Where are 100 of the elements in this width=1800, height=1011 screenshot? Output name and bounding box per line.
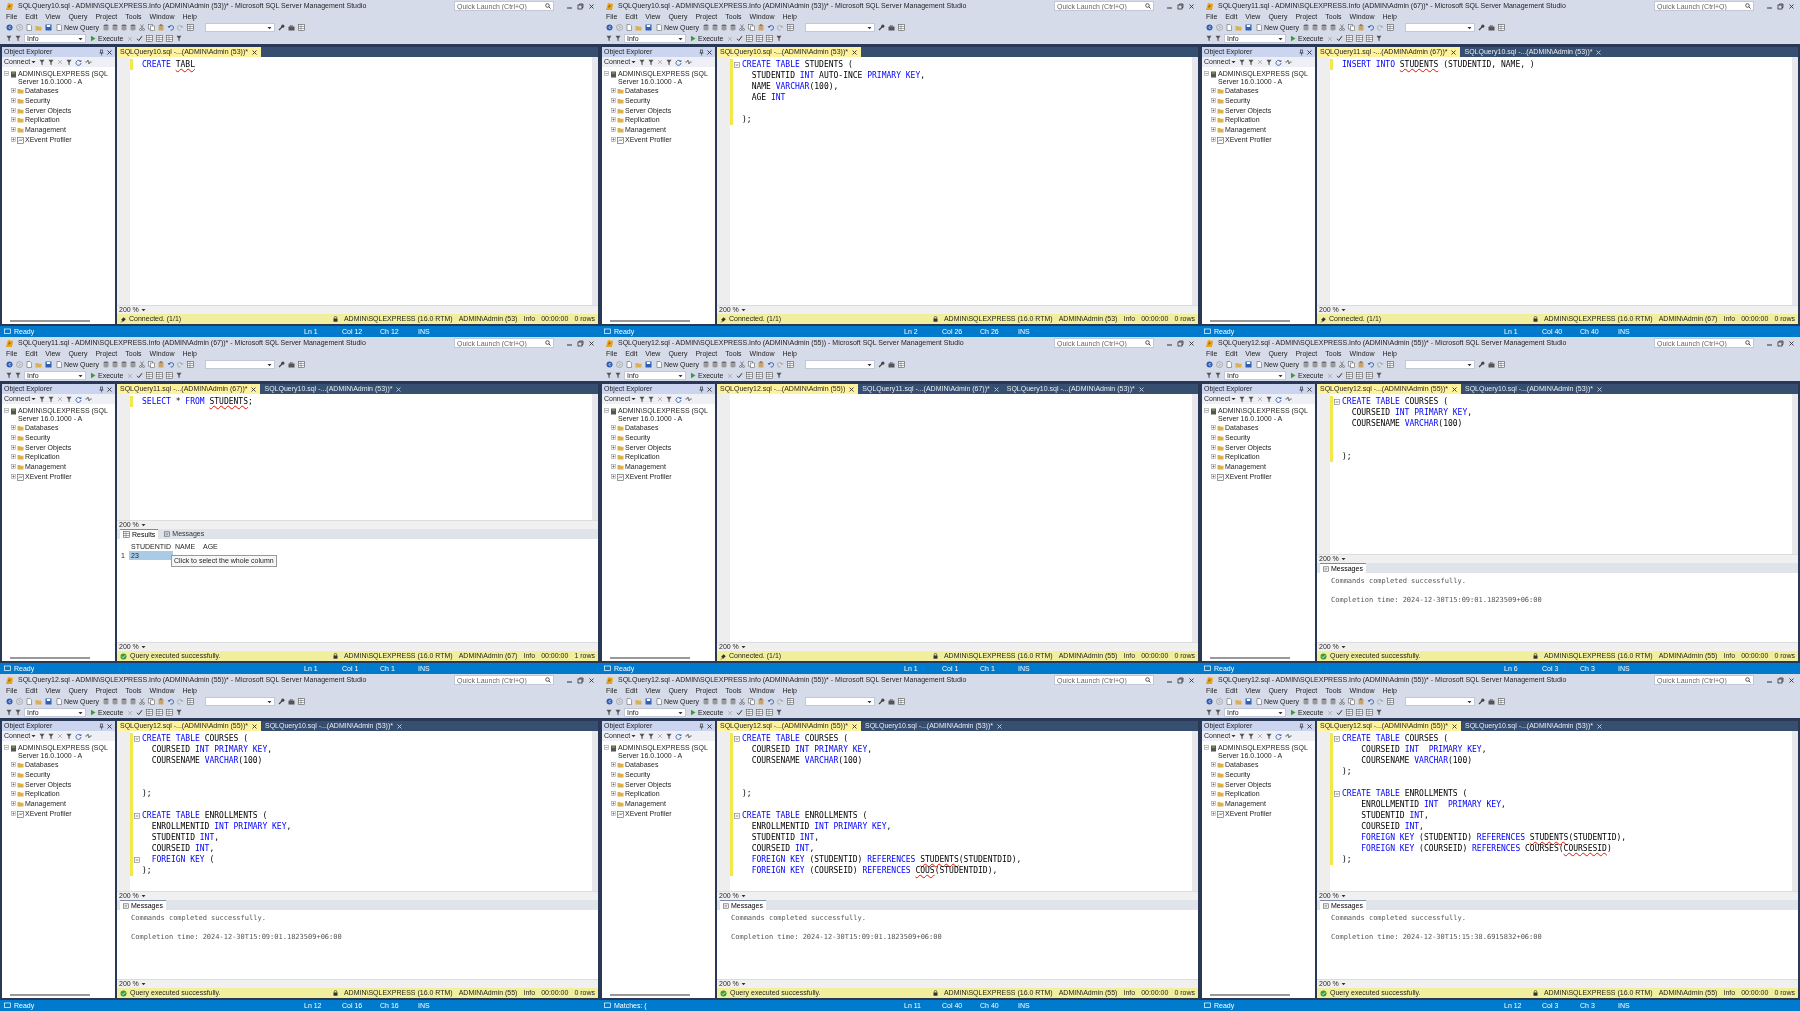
grid-icon[interactable] xyxy=(1356,709,1364,716)
close-icon[interactable] xyxy=(848,385,856,393)
refresh-icon[interactable] xyxy=(1275,732,1283,740)
close-icon[interactable] xyxy=(588,2,595,10)
expand-icon[interactable] xyxy=(611,117,616,123)
undo-icon[interactable] xyxy=(767,361,774,368)
expand-icon[interactable] xyxy=(11,454,16,460)
scrollbar[interactable] xyxy=(610,656,690,659)
check-icon[interactable] xyxy=(736,35,744,42)
copy-icon[interactable] xyxy=(148,24,155,31)
expand-icon[interactable] xyxy=(611,127,616,133)
filter-icon[interactable] xyxy=(66,395,73,403)
scrollbar[interactable] xyxy=(610,319,690,322)
new-file-icon[interactable] xyxy=(26,698,32,705)
back-icon[interactable] xyxy=(6,698,13,705)
collapse-icon[interactable] xyxy=(134,812,140,819)
restore-icon[interactable] xyxy=(1777,2,1784,10)
database-icon[interactable] xyxy=(1321,361,1327,368)
toolbox-icon[interactable] xyxy=(888,361,895,368)
grid-icon[interactable] xyxy=(766,35,774,42)
database-icon[interactable] xyxy=(1330,361,1336,368)
expand-icon[interactable] xyxy=(1211,791,1216,797)
activity-icon[interactable] xyxy=(685,733,693,739)
close-icon[interactable] xyxy=(1450,48,1458,56)
grid-icon[interactable] xyxy=(1387,361,1394,368)
collapse-icon[interactable] xyxy=(604,408,609,413)
pin-icon[interactable] xyxy=(99,385,104,393)
close-icon[interactable] xyxy=(851,722,858,730)
grid-icon[interactable] xyxy=(1346,372,1354,379)
back-icon[interactable] xyxy=(1206,361,1213,368)
undo-icon[interactable] xyxy=(1367,361,1374,368)
database-icon[interactable] xyxy=(130,361,136,368)
expand-icon[interactable] xyxy=(1211,117,1216,123)
back-icon[interactable] xyxy=(1206,698,1213,705)
close-icon[interactable] xyxy=(106,722,113,730)
close-icon[interactable] xyxy=(588,676,595,684)
database-icon[interactable] xyxy=(130,24,136,31)
close-icon[interactable] xyxy=(251,48,258,56)
filter-icon[interactable] xyxy=(1376,35,1383,42)
refresh-icon[interactable] xyxy=(75,58,83,66)
clipboard-icon[interactable] xyxy=(158,698,164,705)
expand-icon[interactable] xyxy=(11,464,16,470)
undo-icon[interactable] xyxy=(767,698,774,705)
activity-icon[interactable] xyxy=(1285,59,1293,65)
grid-icon[interactable] xyxy=(1366,709,1374,716)
close-icon[interactable] xyxy=(1188,676,1195,684)
search-icon[interactable] xyxy=(545,3,551,9)
database-icon[interactable] xyxy=(703,698,709,705)
filter-icon[interactable] xyxy=(1376,709,1383,716)
expand-icon[interactable] xyxy=(611,801,616,807)
toolbox-icon[interactable] xyxy=(1488,361,1495,368)
save-icon[interactable] xyxy=(1245,698,1252,705)
close-icon[interactable] xyxy=(1788,339,1795,347)
close-icon[interactable] xyxy=(706,48,713,56)
grid-icon[interactable] xyxy=(787,698,794,705)
search-icon[interactable] xyxy=(545,340,551,346)
grid-icon[interactable] xyxy=(787,24,794,31)
grid-icon[interactable] xyxy=(298,698,305,705)
wrench-icon[interactable] xyxy=(278,24,285,31)
database-icon[interactable] xyxy=(721,361,727,368)
grid-icon[interactable] xyxy=(756,35,764,42)
close-icon[interactable] xyxy=(1451,722,1458,730)
copy-icon[interactable] xyxy=(1348,698,1355,705)
pin-icon[interactable] xyxy=(99,722,104,730)
filter-icon[interactable] xyxy=(1266,395,1273,403)
close-icon[interactable] xyxy=(1451,385,1458,393)
grid-icon[interactable] xyxy=(746,35,754,42)
expand-icon[interactable] xyxy=(1211,772,1216,778)
grid-icon[interactable] xyxy=(756,709,764,716)
close-icon[interactable] xyxy=(1595,722,1603,730)
grid-icon[interactable] xyxy=(1346,35,1354,42)
new-file-icon[interactable] xyxy=(1226,24,1232,31)
back-icon[interactable] xyxy=(1206,24,1213,31)
expand-icon[interactable] xyxy=(1211,107,1216,113)
copy-icon[interactable] xyxy=(1348,24,1355,31)
grid-icon[interactable] xyxy=(1498,361,1505,368)
grid-icon[interactable] xyxy=(1356,35,1364,42)
filter-icon[interactable] xyxy=(666,732,673,740)
toolbox-icon[interactable] xyxy=(888,698,895,705)
grid-icon[interactable] xyxy=(1366,372,1374,379)
activity-icon[interactable] xyxy=(685,59,693,65)
new-file-icon[interactable] xyxy=(626,361,632,368)
database-icon[interactable] xyxy=(121,361,127,368)
scrollbar[interactable] xyxy=(592,394,598,520)
grid-icon[interactable] xyxy=(187,698,194,705)
restore-icon[interactable] xyxy=(577,2,584,10)
close-icon[interactable] xyxy=(106,48,113,56)
expand-icon[interactable] xyxy=(611,88,616,94)
back-icon[interactable] xyxy=(606,698,613,705)
close-icon[interactable] xyxy=(1188,339,1195,347)
close-icon[interactable] xyxy=(706,385,713,393)
grid-icon[interactable] xyxy=(898,24,905,31)
grid-icon[interactable] xyxy=(746,709,754,716)
save-icon[interactable] xyxy=(45,698,52,705)
undo-icon[interactable] xyxy=(167,698,174,705)
undo-icon[interactable] xyxy=(167,24,174,31)
clipboard-icon[interactable] xyxy=(1358,24,1364,31)
expand-icon[interactable] xyxy=(11,810,16,816)
expand-icon[interactable] xyxy=(11,473,16,479)
expand-icon[interactable] xyxy=(11,127,16,133)
